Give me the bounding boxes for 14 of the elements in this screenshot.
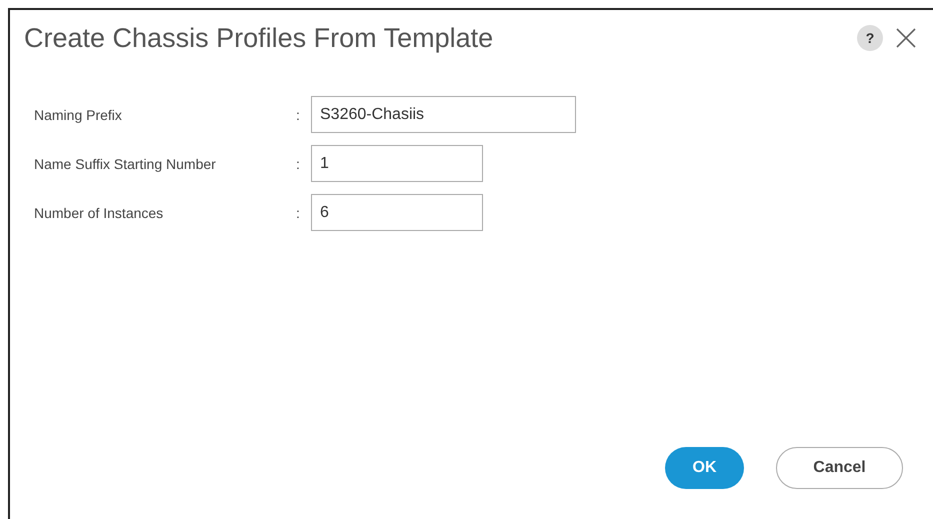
text-field[interactable]: 1: [311, 145, 483, 182]
text-field[interactable]: 6: [311, 194, 483, 231]
cancel-button[interactable]: Cancel: [776, 447, 903, 489]
colon-separator: :: [295, 156, 301, 172]
close-icon: [895, 27, 917, 49]
close-button[interactable]: [895, 27, 917, 49]
dialog-title: Create Chassis Profiles From Template: [24, 22, 494, 54]
field-label: Naming Prefix: [34, 106, 123, 122]
colon-separator: :: [295, 106, 301, 122]
text-field[interactable]: S3260-Chasiis: [311, 96, 576, 133]
help-button[interactable]: ?: [857, 25, 883, 51]
colon-separator: :: [295, 204, 301, 220]
field-label: Name Suffix Starting Number: [34, 156, 217, 172]
field-label: Number of Instances: [34, 204, 164, 220]
